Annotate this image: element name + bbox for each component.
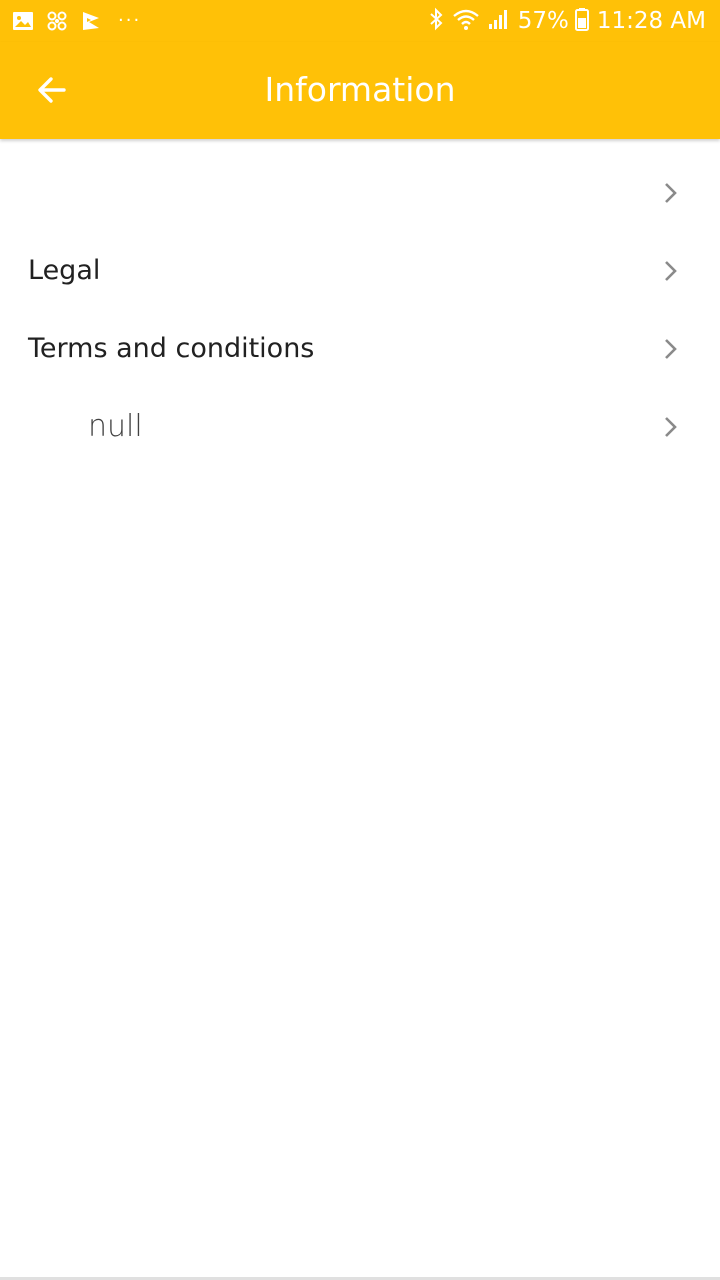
list-item-null[interactable]: null: [0, 388, 720, 466]
list-item-blank[interactable]: [0, 154, 720, 232]
status-bar-notifications: ···: [12, 8, 141, 34]
signal-icon: [488, 7, 510, 35]
chevron-right-icon: [665, 183, 677, 203]
chevron-right-icon: [665, 261, 677, 281]
fan-icon: [46, 10, 68, 32]
wifi-icon: [452, 7, 480, 35]
list-item-legal[interactable]: Legal: [0, 232, 720, 310]
battery-icon: [574, 7, 589, 35]
page-title: Information: [264, 70, 456, 109]
more-notifications: ···: [118, 10, 142, 31]
list-item-label: Terms and conditions: [28, 333, 315, 364]
app-bar: Information: [0, 42, 720, 139]
list-item-label: Legal: [28, 255, 101, 286]
flag-icon: [80, 10, 102, 32]
list-item-label: null: [88, 409, 143, 444]
battery-percent: 57%: [517, 8, 569, 34]
bluetooth-icon: [428, 7, 444, 35]
status-bar: ··· 57% 11:28 AM: [0, 0, 720, 42]
gallery-icon: [12, 10, 34, 32]
status-time: 11:28 AM: [596, 8, 706, 34]
status-bar-system: 57% 11:28 AM: [428, 6, 706, 36]
information-list: Legal Terms and conditions null: [0, 154, 720, 466]
chevron-right-icon: [665, 339, 677, 359]
chevron-right-icon: [665, 417, 677, 437]
list-item-terms[interactable]: Terms and conditions: [0, 310, 720, 388]
